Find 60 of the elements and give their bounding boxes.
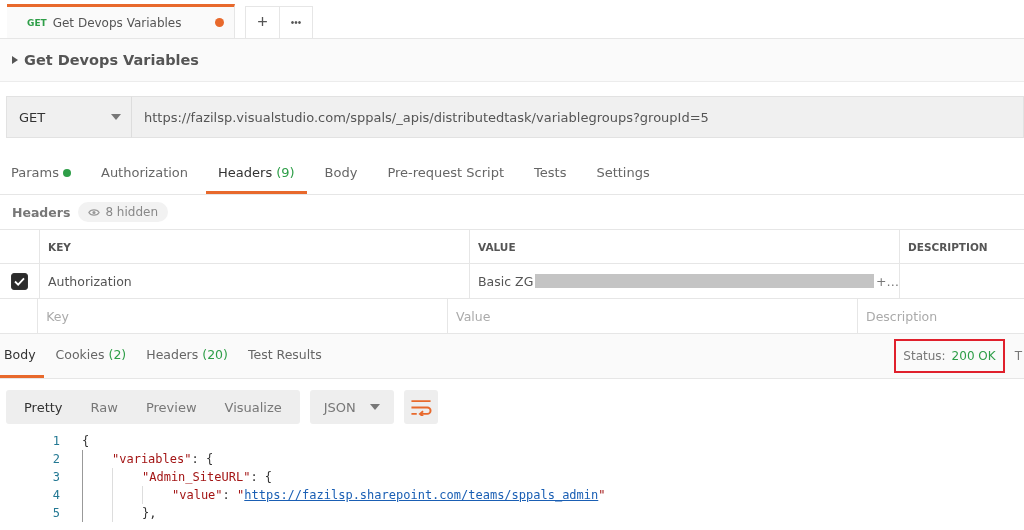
view-mode-tab[interactable]: Visualize (210, 390, 296, 424)
caret-icon (369, 404, 380, 410)
header-value-end: +… (876, 273, 899, 289)
response-tab[interactable]: Headers (20) (138, 334, 236, 378)
request-section-tab[interactable]: Authorization (89, 154, 201, 194)
code-token: }, (142, 506, 157, 520)
checkbox[interactable] (11, 272, 28, 290)
caret-icon (111, 114, 121, 120)
request-section-tab[interactable]: Tests (522, 154, 579, 194)
code-token: "variables" (112, 452, 192, 466)
code-token: : (222, 488, 231, 502)
code-link[interactable]: https://fazilsp.sharepoint.com/teams/sppals_admin (244, 488, 599, 502)
view-mode-tab[interactable]: Preview (131, 390, 211, 424)
time-label: T (1014, 349, 1022, 363)
line-number: 3 (51, 470, 61, 484)
section-label: Headers (12, 204, 71, 220)
header-value[interactable]: Basic ZG (478, 273, 534, 289)
code-token: " (237, 488, 245, 502)
code-token: "Admin_SiteURL" (142, 470, 251, 484)
code-token: : { (191, 452, 214, 466)
input-field[interactable]: Description (858, 299, 1024, 333)
check-icon (14, 276, 25, 286)
request-section-tab[interactable]: Body (312, 154, 370, 194)
wrap-lines-icon (409, 398, 432, 416)
column-header: KEY (40, 230, 470, 263)
method-dropdown[interactable]: GET (6, 96, 132, 138)
request-section-tab[interactable]: Settings (584, 154, 662, 194)
wrap-lines-button[interactable] (403, 390, 438, 424)
input-field[interactable]: Key (38, 299, 449, 333)
view-mode-tab[interactable]: Pretty (10, 390, 77, 424)
column-header: DESCRIPTION (907, 239, 989, 255)
input-field[interactable]: Value (448, 299, 858, 333)
code-token: : { (250, 470, 273, 484)
line-number: 1 (51, 434, 61, 448)
line-number: 4 (51, 488, 61, 502)
url-field[interactable]: https://fazilsp.visualstudio.com/sppals/_apis/distributedtask/variablegroups?groupId=5 (132, 96, 1024, 138)
status-value: 200 OK (951, 349, 996, 363)
code-token: "value" (172, 488, 223, 502)
method-label: GET (27, 17, 47, 28)
response-tab[interactable]: Test Results (239, 334, 330, 378)
view-mode-tab[interactable]: Raw (76, 390, 132, 424)
eye-icon (88, 207, 101, 217)
request-section-tab[interactable]: Headers (9) (206, 154, 307, 194)
format-dropdown[interactable]: JSON (309, 390, 394, 424)
line-number: 2 (51, 452, 61, 466)
request-section-tab[interactable]: Params (0, 154, 83, 194)
request-title: Get Devops Variables (24, 52, 199, 68)
hidden-headers-toggle[interactable]: 8 hidden (78, 202, 169, 222)
expand-caret-icon[interactable] (12, 56, 18, 64)
request-section-tab[interactable]: Pre-request Script (375, 154, 517, 194)
line-number: 5 (51, 506, 61, 520)
code-token: " (598, 488, 606, 502)
code-token: { (82, 434, 90, 448)
response-tab[interactable]: Body (0, 334, 44, 378)
table-cell[interactable]: Authorization (40, 264, 470, 298)
response-tab[interactable]: Cookies (2) (47, 334, 135, 378)
column-header: VALUE (470, 230, 900, 263)
status-label: Status: (903, 349, 946, 363)
request-tab[interactable]: GET Get Devops Variables (7, 4, 235, 38)
tab-title: Get Devops Variables (52, 15, 183, 30)
